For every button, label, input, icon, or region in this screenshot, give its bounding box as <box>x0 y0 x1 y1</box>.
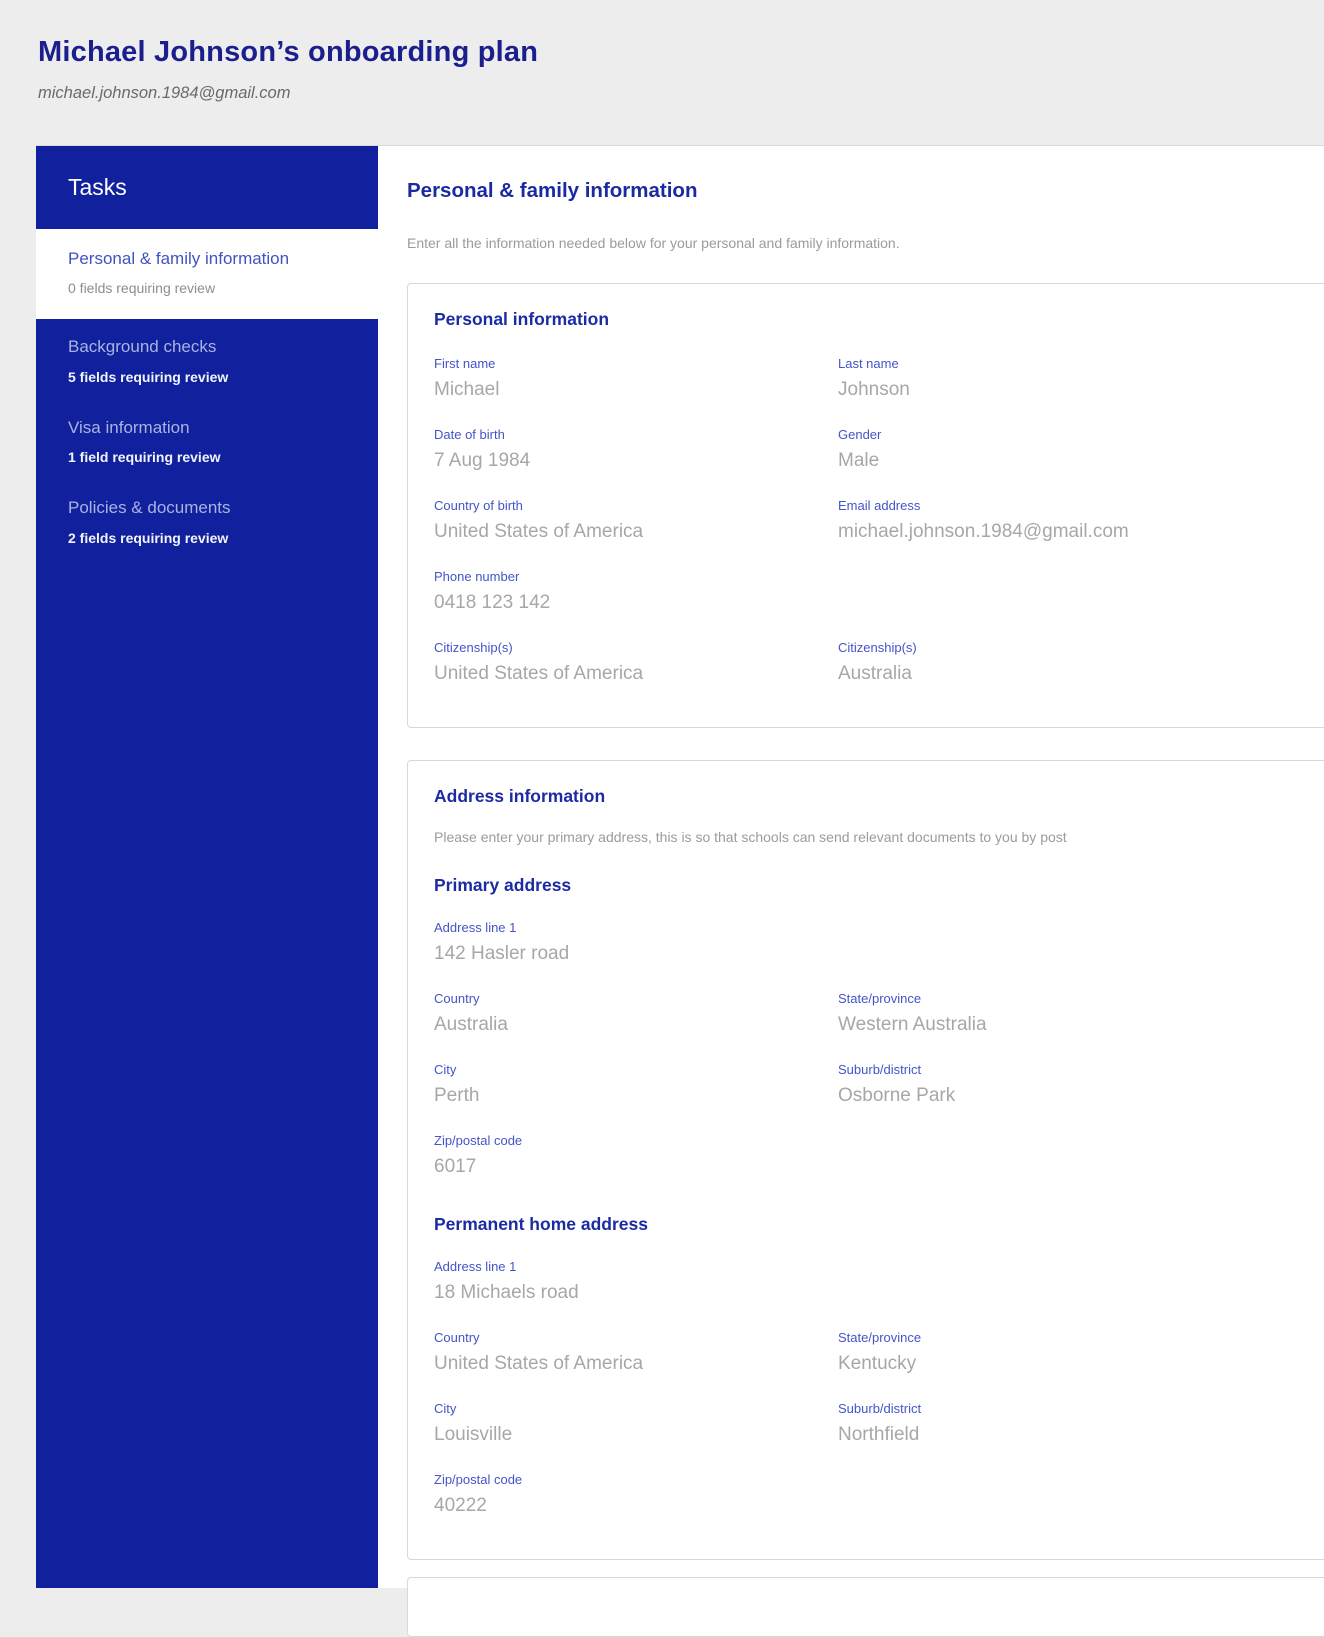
field-gender: Gender Male <box>838 427 1300 472</box>
sidebar-header: Tasks <box>36 146 378 229</box>
task-item-status: 2 fields requiring review <box>68 530 346 546</box>
field-label: Citizenship(s) <box>838 640 1300 655</box>
field-label: State/province <box>838 1330 1300 1345</box>
task-item-label: Policies & documents <box>68 498 346 518</box>
field-label: Gender <box>838 427 1300 442</box>
address-information-card: Address information Please enter your pr… <box>407 760 1324 1560</box>
field-label: Zip/postal code <box>434 1472 838 1487</box>
field-label: Suburb/district <box>838 1401 1300 1416</box>
field-city: City Perth <box>434 1062 838 1107</box>
field-value: 40222 <box>434 1495 838 1517</box>
field-state-province: State/province Kentucky <box>838 1330 1300 1375</box>
field-country: Country Australia <box>434 991 838 1036</box>
field-value: 18 Michaels road <box>434 1282 838 1304</box>
sidebar-item-background-checks[interactable]: Background checks 5 fields requiring rev… <box>36 319 378 399</box>
field-address-line-1: Address line 1 142 Hasler road <box>434 920 838 965</box>
field-value: United States of America <box>434 663 838 685</box>
field-last-name: Last name Johnson <box>838 356 1300 401</box>
tasks-sidebar: Tasks Personal & family information 0 fi… <box>36 146 378 1588</box>
field-value: Louisville <box>434 1424 838 1446</box>
personal-information-card: Personal information First name Michael … <box>407 283 1324 728</box>
field-value: Kentucky <box>838 1353 1300 1375</box>
field-value: Australia <box>434 1014 838 1036</box>
sidebar-item-visa-information[interactable]: Visa information 1 field requiring revie… <box>36 400 378 480</box>
field-label: Date of birth <box>434 427 838 442</box>
field-label: Zip/postal code <box>434 1133 838 1148</box>
field-email-address: Email address michael.johnson.1984@gmail… <box>838 498 1300 543</box>
personal-fields-grid: First name Michael Last name Johnson Dat… <box>434 356 1300 685</box>
field-label: City <box>434 1401 838 1416</box>
field-zip-postal-code: Zip/postal code 6017 <box>434 1133 838 1178</box>
field-value: United States of America <box>434 1353 838 1375</box>
field-value: Osborne Park <box>838 1085 1300 1107</box>
content-layout: Tasks Personal & family information 0 fi… <box>36 145 1324 1588</box>
empty-cell <box>838 569 1300 614</box>
subsection-permanent-home-address: Permanent home address <box>434 1214 1300 1235</box>
main-content: Personal & family information Enter all … <box>378 146 1324 1588</box>
field-label: Last name <box>838 356 1300 371</box>
task-item-status: 0 fields requiring review <box>68 280 346 296</box>
field-label: Suburb/district <box>838 1062 1300 1077</box>
field-label: Country <box>434 1330 838 1345</box>
field-label: Address line 1 <box>434 1259 838 1274</box>
field-value: 142 Hasler road <box>434 943 838 965</box>
card-description: Please enter your primary address, this … <box>434 829 1300 845</box>
primary-address-grid: Address line 1 142 Hasler road Country A… <box>434 920 1300 1178</box>
card-heading: Personal information <box>434 309 1300 330</box>
task-item-status: 5 fields requiring review <box>68 369 346 385</box>
field-value: Western Australia <box>838 1014 1300 1036</box>
empty-cell <box>838 1259 1300 1304</box>
card-heading: Address information <box>434 786 1300 807</box>
empty-cell <box>838 920 1300 965</box>
page-header: Michael Johnson’s onboarding plan michae… <box>0 0 1324 145</box>
field-label: Citizenship(s) <box>434 640 838 655</box>
task-item-label: Background checks <box>68 337 346 357</box>
field-city: City Louisville <box>434 1401 838 1446</box>
field-value: michael.johnson.1984@gmail.com <box>838 521 1300 543</box>
section-heading: Personal & family information <box>407 179 1324 203</box>
field-value: Northfield <box>838 1424 1300 1446</box>
page-title: Michael Johnson’s onboarding plan <box>38 36 1324 69</box>
field-label: State/province <box>838 991 1300 1006</box>
task-item-status: 1 field requiring review <box>68 449 346 465</box>
field-zip-postal-code: Zip/postal code 40222 <box>434 1472 838 1517</box>
field-label: Phone number <box>434 569 838 584</box>
field-value: Johnson <box>838 379 1300 401</box>
field-value: Male <box>838 450 1300 472</box>
sidebar-item-personal-family[interactable]: Personal & family information 0 fields r… <box>36 229 378 319</box>
task-list: Personal & family information 0 fields r… <box>36 229 378 561</box>
field-first-name: First name Michael <box>434 356 838 401</box>
field-value: United States of America <box>434 521 838 543</box>
field-label: First name <box>434 356 838 371</box>
field-label: Country of birth <box>434 498 838 513</box>
field-suburb-district: Suburb/district Osborne Park <box>838 1062 1300 1107</box>
field-value: Australia <box>838 663 1300 685</box>
field-label: Address line 1 <box>434 920 838 935</box>
field-label: City <box>434 1062 838 1077</box>
field-date-of-birth: Date of birth 7 Aug 1984 <box>434 427 838 472</box>
field-citizenship-1: Citizenship(s) United States of America <box>434 640 838 685</box>
field-state-province: State/province Western Australia <box>838 991 1300 1036</box>
next-card-partial <box>407 1577 1324 1637</box>
field-value: Perth <box>434 1085 838 1107</box>
user-email: michael.johnson.1984@gmail.com <box>38 84 1324 103</box>
field-label: Email address <box>838 498 1300 513</box>
task-item-label: Visa information <box>68 418 346 438</box>
field-country-of-birth: Country of birth United States of Americ… <box>434 498 838 543</box>
field-value: 7 Aug 1984 <box>434 450 838 472</box>
field-value: 0418 123 142 <box>434 592 838 614</box>
field-phone-number: Phone number 0418 123 142 <box>434 569 838 614</box>
field-citizenship-2: Citizenship(s) Australia <box>838 640 1300 685</box>
task-item-label: Personal & family information <box>68 249 346 269</box>
field-value: 6017 <box>434 1156 838 1178</box>
subsection-primary-address: Primary address <box>434 875 1300 896</box>
field-value: Michael <box>434 379 838 401</box>
permanent-address-grid: Address line 1 18 Michaels road Country … <box>434 1259 1300 1517</box>
field-country: Country United States of America <box>434 1330 838 1375</box>
field-suburb-district: Suburb/district Northfield <box>838 1401 1300 1446</box>
field-address-line-1: Address line 1 18 Michaels road <box>434 1259 838 1304</box>
sidebar-item-policies-documents[interactable]: Policies & documents 2 fields requiring … <box>36 480 378 560</box>
section-description: Enter all the information needed below f… <box>407 235 1324 251</box>
field-label: Country <box>434 991 838 1006</box>
